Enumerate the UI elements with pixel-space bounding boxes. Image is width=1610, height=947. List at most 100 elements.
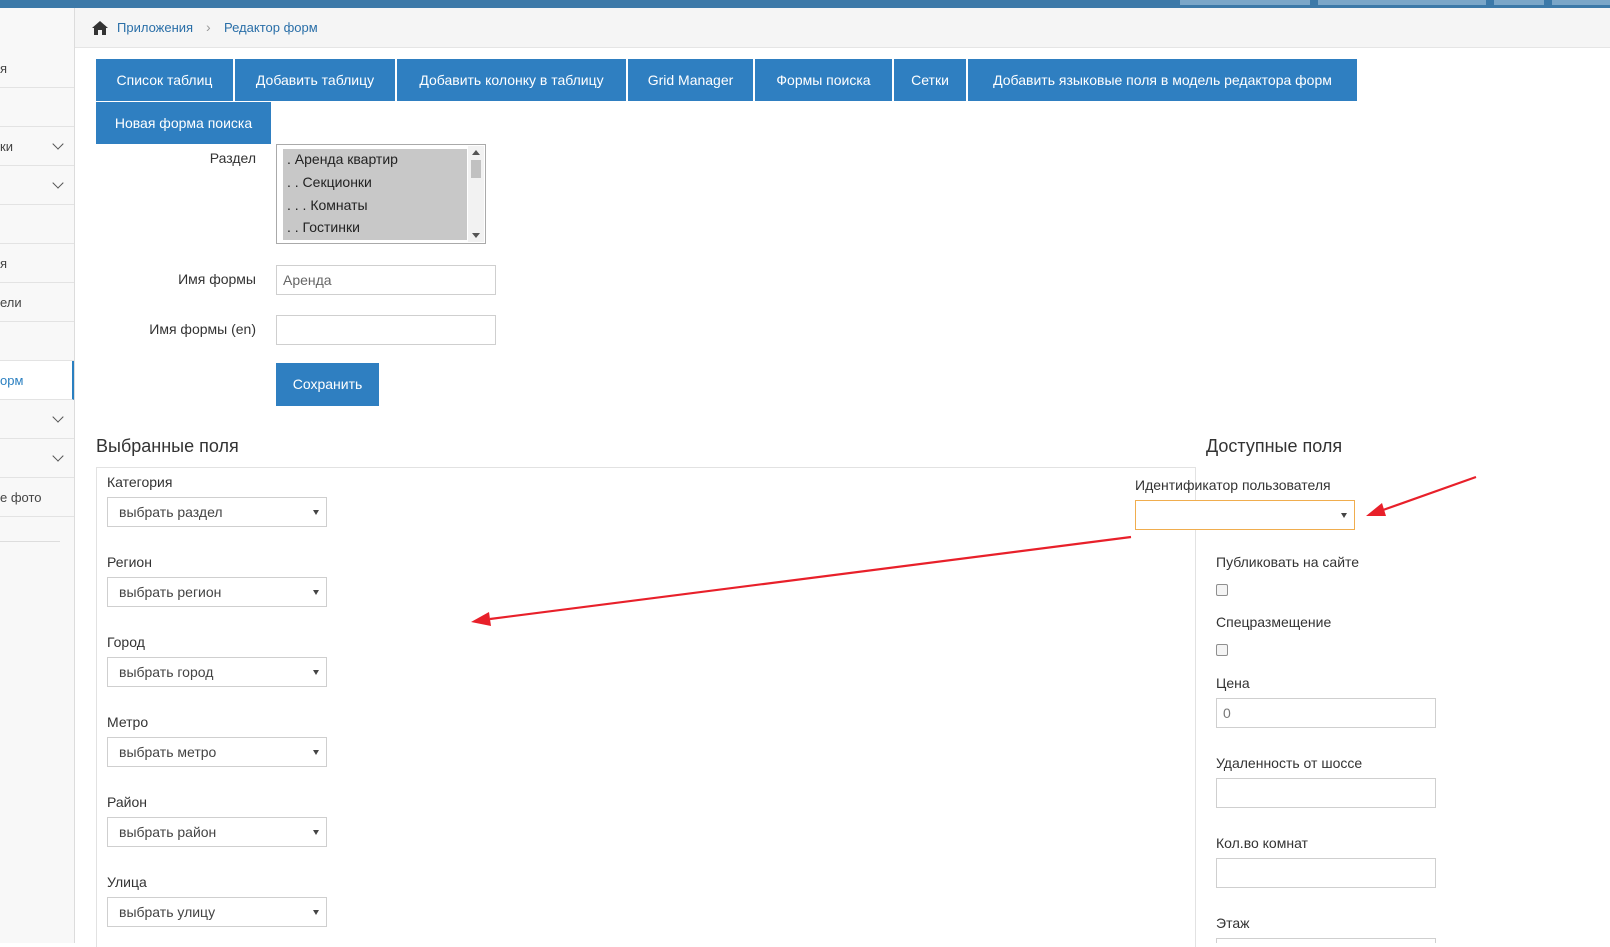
sidebar-item[interactable] — [0, 88, 74, 127]
breadcrumb-separator-icon: › — [206, 19, 211, 35]
top-bar-segment — [1180, 0, 1310, 5]
region-label: Регион — [107, 554, 152, 570]
street-label: Улица — [107, 874, 147, 890]
distance-label: Удаленность от шоссе — [1216, 755, 1363, 771]
list-item[interactable]: . . Секционки — [287, 174, 372, 190]
sidebar-item[interactable] — [0, 400, 74, 439]
metro-label: Метро — [107, 714, 149, 730]
sidebar-item-label: ки — [0, 139, 13, 154]
sidebar-item-label: я — [0, 61, 8, 76]
price-label: Цена — [1216, 675, 1250, 691]
floor-label: Этаж — [1216, 915, 1250, 931]
city-select[interactable]: выбрать город — [107, 657, 327, 687]
top-bar — [0, 0, 1610, 8]
sidebar-item[interactable]: я — [0, 244, 74, 283]
special-placement-checkbox[interactable] — [1216, 644, 1228, 656]
breadcrumb-current[interactable]: Редактор форм — [224, 20, 318, 35]
sidebar-item[interactable] — [0, 322, 74, 361]
sidebar-item-label: орм — [0, 373, 24, 388]
tab-search-forms[interactable]: Формы поиска — [755, 59, 892, 101]
street-select-value: выбрать улицу — [119, 904, 216, 920]
category-label: Категория — [107, 474, 173, 490]
user-id-label: Идентификатор пользователя — [1135, 477, 1331, 493]
rooms-label: Кол.во комнат — [1216, 835, 1308, 851]
sidebar-item[interactable] — [0, 439, 74, 478]
top-bar-segment — [1494, 0, 1544, 5]
chevron-down-icon — [52, 177, 64, 189]
list-item[interactable]: . Аренда квартир — [287, 151, 398, 167]
tab-add-table[interactable]: Добавить таблицу — [235, 59, 395, 101]
list-item[interactable]: . . Гостинки — [287, 219, 360, 235]
rooms-input[interactable] — [1216, 858, 1436, 888]
selected-fields-panel — [96, 467, 1196, 947]
sidebar-item[interactable] — [0, 205, 74, 244]
distance-input[interactable] — [1216, 778, 1436, 808]
scroll-thumb[interactable] — [471, 160, 481, 178]
sidebar-item-label: я — [0, 256, 8, 271]
form-name-label: Имя формы — [178, 271, 256, 287]
metro-select-value: выбрать метро — [119, 744, 217, 760]
caret-down-icon — [313, 590, 319, 595]
sidebar-item[interactable]: е фото — [0, 478, 74, 517]
district-select-value: выбрать район — [119, 824, 217, 840]
district-label: Район — [107, 794, 147, 810]
special-placement-label: Спецразмещение — [1216, 614, 1332, 630]
available-fields-title: Доступные поля — [1206, 436, 1343, 456]
list-item[interactable]: . . . Комнаты — [287, 197, 368, 213]
section-label: Раздел — [209, 150, 256, 166]
district-select[interactable]: выбрать район — [107, 817, 327, 847]
scroll-down-icon[interactable] — [472, 233, 480, 238]
home-icon[interactable] — [91, 20, 109, 36]
chevron-down-icon — [52, 411, 64, 423]
caret-down-icon — [313, 510, 319, 515]
tab-table-list[interactable]: Список таблиц — [96, 59, 233, 101]
form-name-input[interactable]: Аренда — [276, 265, 496, 295]
region-select[interactable]: выбрать регион — [107, 577, 327, 607]
city-select-value: выбрать город — [119, 664, 214, 680]
city-label: Город — [107, 634, 145, 650]
category-select[interactable]: выбрать раздел — [107, 497, 327, 527]
section-listbox[interactable]: . Аренда квартир . . Секционки . . . Ком… — [276, 144, 486, 244]
tab-new-search-form[interactable]: Новая форма поиска — [96, 102, 271, 144]
sidebar-item[interactable]: ки — [0, 127, 74, 166]
chevron-down-icon — [52, 450, 64, 462]
section-options: . Аренда квартир . . Секционки . . . Ком… — [283, 149, 467, 240]
listbox-scrollbar[interactable] — [468, 146, 484, 242]
sidebar-divider — [0, 541, 60, 542]
tab-add-language-fields[interactable]: Добавить языковые поля в модель редактор… — [968, 59, 1357, 101]
breadcrumb: Приложения › Редактор форм — [75, 8, 1610, 48]
category-select-value: выбрать раздел — [119, 504, 223, 520]
arrow-head-icon — [1366, 503, 1386, 516]
sidebar-item[interactable] — [0, 166, 74, 205]
user-id-select[interactable] — [1135, 500, 1355, 530]
form-name-en-input[interactable] — [276, 315, 496, 345]
top-bar-segment — [1552, 0, 1610, 5]
tab-grid-manager[interactable]: Grid Manager — [628, 59, 753, 101]
sidebar-item-form-editor[interactable]: орм — [0, 361, 74, 400]
price-input[interactable]: 0 — [1216, 698, 1436, 728]
caret-down-icon — [313, 670, 319, 675]
annotation-arrow — [1382, 475, 1477, 512]
sidebar-item-label: е фото — [0, 490, 42, 505]
scroll-up-icon[interactable] — [472, 150, 480, 155]
caret-down-icon — [313, 830, 319, 835]
region-select-value: выбрать регион — [119, 584, 222, 600]
selected-fields-title: Выбранные поля — [96, 436, 239, 456]
sidebar-item-label: ели — [0, 295, 22, 310]
caret-down-icon — [313, 910, 319, 915]
sidebar: я ки я ели орм е фото — [0, 8, 75, 943]
breadcrumb-link-apps[interactable]: Приложения — [117, 20, 193, 35]
sidebar-item[interactable]: ели — [0, 283, 74, 322]
tab-grids[interactable]: Сетки — [894, 59, 966, 101]
publish-label: Публиковать на сайте — [1216, 554, 1360, 570]
floor-input[interactable] — [1216, 938, 1436, 943]
tab-add-column[interactable]: Добавить колонку в таблицу — [397, 59, 626, 101]
top-bar-segment — [1318, 0, 1486, 5]
street-select[interactable]: выбрать улицу — [107, 897, 327, 927]
publish-checkbox[interactable] — [1216, 584, 1228, 596]
metro-select[interactable]: выбрать метро — [107, 737, 327, 767]
sidebar-item[interactable]: я — [0, 49, 74, 88]
save-button[interactable]: Сохранить — [276, 363, 379, 406]
caret-down-icon — [313, 750, 319, 755]
form-name-en-label: Имя формы (en) — [149, 321, 256, 337]
